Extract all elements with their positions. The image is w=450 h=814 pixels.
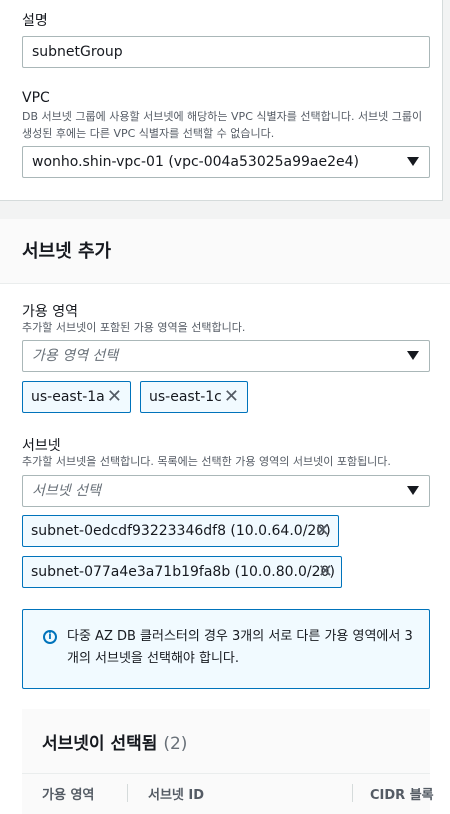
vpc-select[interactable]: wonho.shin-vpc-01 (vpc-004a53025a99ae2e4… [22,146,430,178]
selected-subnets-table: 서브넷이 선택됨 (2) 가용 영역 서브넷 ID CIDR 블록 [22,709,434,814]
subnet-token-label: subnet-077a4e3a71b19fa8b (10.0.80.0/20) [31,564,335,580]
caret-down-icon [407,351,419,360]
az-select[interactable]: 가용 영역 선택 [22,340,430,372]
az-token-label: us-east-1a [31,389,105,405]
multi-az-info-alert: i 다중 AZ DB 클러스터의 경우 3개의 서로 다른 가용 영역에서 3개… [22,609,430,689]
az-token-us-east-1c: us-east-1c ✕ [140,381,248,413]
alert-text: 다중 AZ DB 클러스터의 경우 3개의 서로 다른 가용 영역에서 3개의 … [67,629,413,666]
vpc-description: DB 서브넷 그룹에 사용할 서브넷에 해당하는 VPC 식별자를 선택합니다.… [22,110,423,140]
column-header-subnet-id[interactable]: 서브넷 ID [148,784,204,803]
az-select-placeholder: 가용 영역 선택 [32,348,119,364]
az-label: 가용 영역 [22,304,78,320]
caret-down-icon [407,486,419,495]
column-header-az[interactable]: 가용 영역 [42,784,94,803]
column-divider[interactable] [127,784,128,802]
close-icon[interactable]: ✕ [315,516,330,546]
selected-subnets-title-text: 서브넷이 선택됨 [42,734,158,754]
subnet-label: 서브넷 [22,438,61,454]
close-icon[interactable]: ✕ [318,557,333,587]
subnet-token-1: subnet-0edcdf93223346df8 (10.0.64.0/20) … [22,515,339,547]
vpc-selected-value: wonho.shin-vpc-01 (vpc-004a53025a99ae2e4… [32,154,360,170]
add-subnets-header: 서브넷 추가 [0,219,450,284]
table-header-row: 가용 영역 서브넷 ID CIDR 블록 [22,773,434,810]
az-token-label: us-east-1c [149,389,222,405]
description-input[interactable]: subnetGroup [22,36,430,68]
caret-down-icon [407,157,419,166]
close-icon[interactable]: ✕ [107,382,122,412]
column-divider[interactable] [352,784,353,802]
description-label: 설명 [22,13,48,29]
selected-subnets-title: 서브넷이 선택됨 (2) [42,729,187,754]
subnet-token-2: subnet-077a4e3a71b19fa8b (10.0.80.0/20) … [22,556,342,588]
subnet-group-details-panel: 설명 subnetGroup VPC DB 서브넷 그룹에 사용할 서브넷에 해… [0,0,443,201]
add-subnets-panel: 서브넷 추가 가용 영역 추가할 서브넷이 포함된 가용 영역을 선택합니다. … [0,219,450,814]
info-icon: i [43,630,57,644]
subnet-token-label: subnet-0edcdf93223346df8 (10.0.64.0/20) [31,523,331,539]
add-subnets-title: 서브넷 추가 [22,241,112,262]
close-icon[interactable]: ✕ [224,382,239,412]
subnet-select[interactable]: 서브넷 선택 [22,475,430,507]
subnet-description: 추가할 서브넷을 선택합니다. 목록에는 선택한 가용 영역의 서브넷이 포함됩… [22,455,391,468]
az-description: 추가할 서브넷이 포함된 가용 영역을 선택합니다. [22,321,246,334]
column-header-cidr[interactable]: CIDR 블록 [370,784,434,803]
subnet-select-placeholder: 서브넷 선택 [32,483,101,499]
vpc-label: VPC [22,90,50,106]
selected-subnets-count: (2) [163,734,188,754]
az-token-us-east-1a: us-east-1a ✕ [22,381,131,413]
